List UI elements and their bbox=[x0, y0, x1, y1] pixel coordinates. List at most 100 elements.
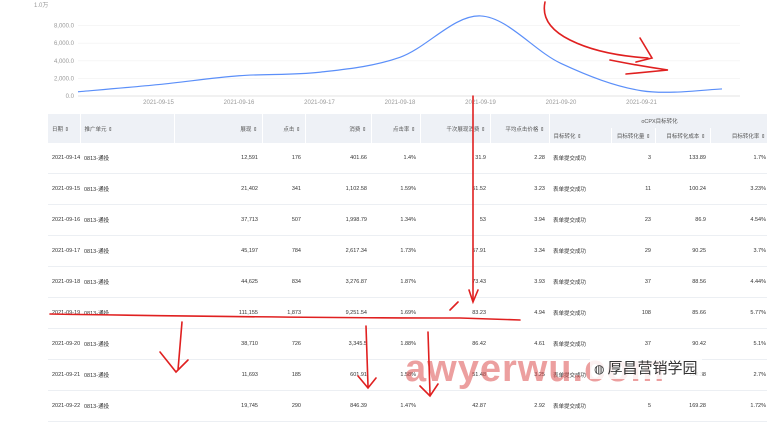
header-goal[interactable]: 目标转化 ⇕ bbox=[549, 128, 612, 143]
cell-cpm: 53 bbox=[420, 204, 490, 236]
header-date[interactable]: 日期 ⇕ bbox=[48, 114, 81, 143]
cell-cpc: 3.34 bbox=[490, 235, 549, 267]
cell-ctr: 1.69% bbox=[371, 297, 420, 329]
cell-ctr: 1.4% bbox=[371, 143, 420, 174]
cell-cpc: 3.23 bbox=[490, 173, 549, 205]
y-tick-label: 2,000.0 bbox=[54, 76, 75, 82]
header-ctr[interactable]: 点击率 ⇕ bbox=[371, 114, 421, 143]
table-row: 2021-09-15 0813-通投 21,402 341 1,102.58 1.59% 5… bbox=[48, 173, 767, 205]
cell-clicks: 1,873 bbox=[262, 297, 305, 329]
header-cpc[interactable]: 平均点击价格 ⇕ bbox=[490, 114, 550, 143]
cell-unit: 0813-通投 bbox=[80, 143, 174, 174]
cell-goal-rate: 5.1% bbox=[710, 328, 767, 360]
cell-ctr: 1.73% bbox=[371, 235, 420, 267]
cell-impressions: 12,591 bbox=[174, 143, 262, 174]
cell-goal-count: 5 bbox=[611, 390, 655, 422]
cell-cost: 1,998.79 bbox=[305, 204, 371, 236]
table-row: 2021-09-18 0813-通投 44,625 834 3,276.87 1.87% 7… bbox=[48, 266, 767, 298]
y-tick-label: 0.0 bbox=[66, 94, 75, 100]
cell-cost: 3,276.87 bbox=[305, 266, 371, 298]
cell-clicks: 834 bbox=[262, 266, 305, 298]
cell-goal-cost: 85.66 bbox=[655, 297, 710, 329]
cell-goal-cost: 100.24 bbox=[655, 173, 710, 205]
wechat-badge: ◍ 厚昌营销学园 bbox=[590, 356, 702, 379]
cell-cost: 2,617.34 bbox=[305, 235, 371, 267]
cell-goal-rate: 5.77% bbox=[710, 297, 767, 329]
cell-goal: 表单提交成功 bbox=[549, 204, 611, 236]
header-goal-count[interactable]: 目标转化量 ⇕ bbox=[611, 128, 656, 143]
cell-clicks: 507 bbox=[262, 204, 305, 236]
cell-impressions: 45,197 bbox=[174, 235, 262, 267]
cell-date: 2021-09-16 bbox=[48, 204, 80, 236]
header-cost[interactable]: 消费 ⇕ bbox=[305, 114, 372, 143]
cell-clicks: 185 bbox=[262, 359, 305, 391]
cell-unit: 0813-通投 bbox=[80, 235, 174, 267]
cell-cpm: 51.52 bbox=[420, 173, 490, 205]
header-clicks[interactable]: 点击 ⇕ bbox=[262, 114, 306, 143]
series-line bbox=[77, 15, 723, 93]
cell-goal-rate: 4.54% bbox=[710, 204, 767, 236]
cell-date: 2021-09-18 bbox=[48, 266, 80, 298]
cell-cpc: 2.28 bbox=[490, 143, 549, 174]
header-goal-cost[interactable]: 目标转化成本 ⇕ bbox=[655, 128, 711, 143]
cell-goal-rate: 1.7% bbox=[710, 143, 767, 174]
cell-goal-rate: 1.72% bbox=[710, 390, 767, 422]
cell-unit: 0813-通投 bbox=[80, 390, 174, 422]
cell-unit: 0813-通投 bbox=[80, 204, 174, 236]
cell-goal-count: 3 bbox=[611, 143, 655, 174]
header-group-ocpx: oCPX目标转化 bbox=[549, 114, 767, 128]
cell-cost: 401.66 bbox=[305, 143, 371, 174]
cell-date: 2021-09-20 bbox=[48, 328, 80, 360]
header-goal-rate[interactable]: 目标转化率 ⇕ bbox=[710, 128, 767, 143]
y-tick-label: 8,000.0 bbox=[54, 24, 75, 30]
cell-impressions: 11,693 bbox=[174, 359, 262, 391]
cell-cpc: 3.94 bbox=[490, 204, 549, 236]
y-tick-label: 4,000.0 bbox=[54, 59, 75, 65]
cell-clicks: 176 bbox=[262, 143, 305, 174]
header-unit[interactable]: 推广单元 ⇕ bbox=[80, 114, 175, 143]
x-tick-label: 2021-09-20 bbox=[546, 100, 577, 106]
cell-goal-count: 29 bbox=[611, 235, 655, 267]
header-cpm[interactable]: 千次展现消费 ⇕ bbox=[420, 114, 491, 143]
cell-impressions: 111,155 bbox=[174, 297, 262, 329]
cell-goal-cost: 133.89 bbox=[655, 143, 710, 174]
cell-goal-cost: 90.25 bbox=[655, 235, 710, 267]
wechat-label: 厚昌营销学园 bbox=[607, 360, 698, 377]
x-tick-label: 2021-09-19 bbox=[465, 100, 496, 106]
cell-date: 2021-09-17 bbox=[48, 235, 80, 267]
cell-cpm: 57.91 bbox=[420, 235, 490, 267]
table-row: 2021-09-14 0813-通投 12,591 176 401.66 1.4% 31.9… bbox=[48, 143, 767, 174]
y-tick-label: 6,000.0 bbox=[54, 41, 75, 47]
cell-impressions: 44,625 bbox=[174, 266, 262, 298]
cell-date: 2021-09-15 bbox=[48, 173, 80, 205]
x-tick-label: 2021-09-17 bbox=[304, 100, 335, 106]
cell-ctr: 1.59% bbox=[371, 173, 420, 205]
cell-goal: 表单提交成功 bbox=[549, 297, 611, 329]
cell-goal-rate: 2.7% bbox=[710, 359, 767, 391]
cell-cost: 9,251.54 bbox=[305, 297, 371, 329]
cell-cost: 601.91 bbox=[305, 359, 371, 391]
cell-date: 2021-09-22 bbox=[48, 390, 80, 422]
cell-unit: 0813-通投 bbox=[80, 297, 174, 329]
y-axis-unit-label: 1.0万 bbox=[34, 2, 48, 9]
cell-cpc: 3.93 bbox=[490, 266, 549, 298]
cell-date: 2021-09-19 bbox=[48, 297, 80, 329]
cell-cpm: 83.23 bbox=[420, 297, 490, 329]
cell-impressions: 19,745 bbox=[174, 390, 262, 422]
cell-goal-rate: 3.7% bbox=[710, 235, 767, 267]
x-tick-label: 2021-09-18 bbox=[385, 100, 416, 106]
cell-goal-cost: 169.28 bbox=[655, 390, 710, 422]
cell-unit: 0813-通投 bbox=[80, 173, 174, 205]
cell-goal: 表单提交成功 bbox=[549, 143, 611, 174]
cell-goal-count: 11 bbox=[611, 173, 655, 205]
header-impressions[interactable]: 展现 ⇕ bbox=[174, 114, 263, 143]
cell-goal-count: 108 bbox=[611, 297, 655, 329]
cell-cpm: 31.9 bbox=[420, 143, 490, 174]
cell-ctr: 1.47% bbox=[371, 390, 420, 422]
wechat-icon: ◍ bbox=[594, 362, 605, 376]
cell-impressions: 37,713 bbox=[174, 204, 262, 236]
cell-goal: 表单提交成功 bbox=[549, 266, 611, 298]
cell-goal-cost: 86.9 bbox=[655, 204, 710, 236]
cell-cost: 846.39 bbox=[305, 390, 371, 422]
table-row: 2021-09-16 0813-通投 37,713 507 1,998.79 1.34% 5… bbox=[48, 204, 767, 236]
